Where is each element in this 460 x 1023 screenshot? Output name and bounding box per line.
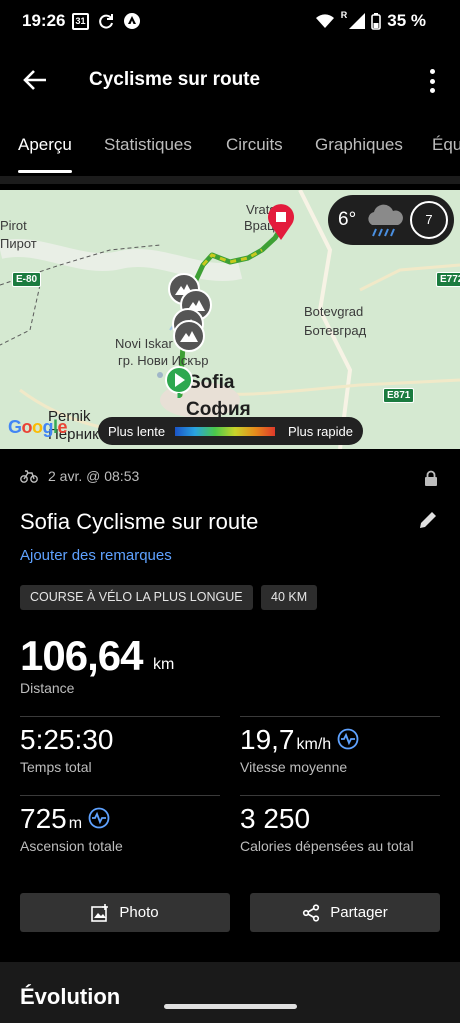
photo-button-label: Photo bbox=[119, 904, 159, 921]
status-left-icons: 31 bbox=[72, 12, 141, 30]
start-marker-icon[interactable] bbox=[164, 365, 194, 399]
status-time: 19:26 bbox=[22, 11, 66, 30]
app-bar: Cyclisme sur route bbox=[0, 56, 460, 104]
metric-total-time-value: 5:25:30 bbox=[20, 724, 114, 755]
edit-pencil-icon[interactable] bbox=[418, 510, 438, 530]
activity-meta: 2 avr. @ 08:53 bbox=[20, 468, 139, 484]
share-icon bbox=[303, 903, 320, 922]
wifi-icon bbox=[315, 14, 334, 28]
metric-avg-speed-unit: km/h bbox=[296, 736, 332, 753]
page-title: Cyclisme sur route bbox=[89, 69, 261, 90]
tabs-divider bbox=[0, 176, 460, 184]
sync-icon bbox=[99, 14, 113, 29]
photo-button[interactable]: Photo bbox=[20, 893, 230, 932]
badge-40km: 40 KM bbox=[261, 585, 318, 610]
metric-total-ascent-value: 725 bbox=[20, 803, 67, 834]
distance-value: 106,64 bbox=[20, 632, 143, 679]
activity-date: 2 avr. @ 08:53 bbox=[48, 468, 140, 484]
home-indicator[interactable] bbox=[164, 1004, 297, 1009]
tab-bar: Aperçu Statistiques Circuits Graphiques … bbox=[0, 120, 460, 176]
google-logo: Google bbox=[8, 417, 68, 437]
tab-statistics[interactable]: Statistiques bbox=[104, 135, 192, 155]
share-button[interactable]: Partager bbox=[250, 893, 440, 932]
metric-total-ascent-unit: m bbox=[68, 815, 83, 832]
metric-avg-speed-value: 19,7 bbox=[240, 724, 295, 755]
add-photo-icon bbox=[91, 903, 109, 922]
speed-legend-fast: Plus rapide bbox=[287, 424, 353, 439]
heart-rate-icon[interactable] bbox=[88, 807, 110, 829]
metric-calories-value: 3 250 bbox=[240, 803, 311, 834]
battery-icon bbox=[371, 12, 382, 30]
tab-overview[interactable]: Aperçu bbox=[18, 135, 72, 155]
climb-markers bbox=[168, 273, 212, 352]
evolution-heading: Évolution bbox=[20, 984, 121, 1009]
speed-legend-slow: Plus lente bbox=[108, 424, 166, 439]
bicycle-icon bbox=[20, 470, 38, 483]
tab-equipment[interactable]: Équ bbox=[432, 135, 460, 155]
metric-total-time-label: Temps total bbox=[20, 759, 92, 775]
status-bar: 19:26 31 R 35 % bbox=[0, 0, 460, 44]
signal-badge: R bbox=[340, 10, 348, 20]
calendar-icon: 31 bbox=[72, 12, 89, 30]
map-label-novi-iskar: Novi Iskar bbox=[115, 336, 173, 351]
road-badge-e80: E-80 bbox=[12, 272, 42, 287]
metric-avg-speed-label: Vitesse moyenne bbox=[240, 759, 348, 775]
map-label-sofia: Sofia bbox=[188, 372, 235, 393]
badge-longest-ride: COURSE À VÉLO LA PLUS LONGUE bbox=[20, 585, 253, 610]
evolution-section: Évolution bbox=[0, 962, 460, 1023]
finish-marker-icon[interactable] bbox=[266, 203, 296, 241]
map-label-botevgrad: Botevgrad bbox=[304, 304, 364, 319]
weather-widget[interactable]: 6° 7 bbox=[328, 195, 454, 245]
add-notes-link[interactable]: Ajouter des remarques bbox=[20, 547, 172, 564]
wind-speed-indicator: 7 bbox=[410, 201, 448, 239]
app-notification-icon bbox=[124, 13, 140, 29]
speed-legend: Plus lente Plus rapide bbox=[98, 417, 363, 445]
map-label-pirot: Pirot bbox=[0, 218, 27, 233]
lock-icon[interactable] bbox=[424, 470, 438, 487]
activity-title: Sofia Cyclisme sur route bbox=[20, 509, 259, 534]
map-label-botevgrad-cyr: Ботевград bbox=[304, 323, 367, 338]
road-badge-e871: E871 bbox=[383, 388, 415, 403]
share-button-label: Partager bbox=[330, 904, 388, 921]
battery-percent: 35 % bbox=[387, 11, 426, 30]
distance-unit: km bbox=[153, 656, 175, 673]
heart-rate-icon[interactable] bbox=[337, 728, 359, 750]
cell-signal-icon bbox=[349, 13, 366, 29]
tab-charts[interactable]: Graphiques bbox=[315, 135, 403, 155]
active-tab-indicator bbox=[18, 170, 72, 173]
rain-cloud-icon bbox=[368, 204, 403, 237]
speed-gradient-bar bbox=[175, 427, 275, 436]
weather-temperature: 6° bbox=[338, 209, 357, 230]
map-label-pirot-cyr: Пирот bbox=[0, 236, 37, 251]
metric-total-ascent-label: Ascension totale bbox=[20, 838, 123, 854]
tab-laps[interactable]: Circuits bbox=[226, 135, 283, 155]
distance-label: Distance bbox=[20, 680, 75, 696]
more-options-icon[interactable] bbox=[422, 68, 442, 94]
status-right: R 35 % bbox=[315, 10, 426, 31]
road-badge-e772: E772 bbox=[436, 272, 460, 287]
back-arrow-icon[interactable] bbox=[22, 68, 48, 92]
metric-calories-label: Calories dépensées au total bbox=[240, 838, 414, 854]
route-map[interactable]: Pirot Пирот Vratsa Враца Botevgrad Ботев… bbox=[0, 190, 460, 449]
